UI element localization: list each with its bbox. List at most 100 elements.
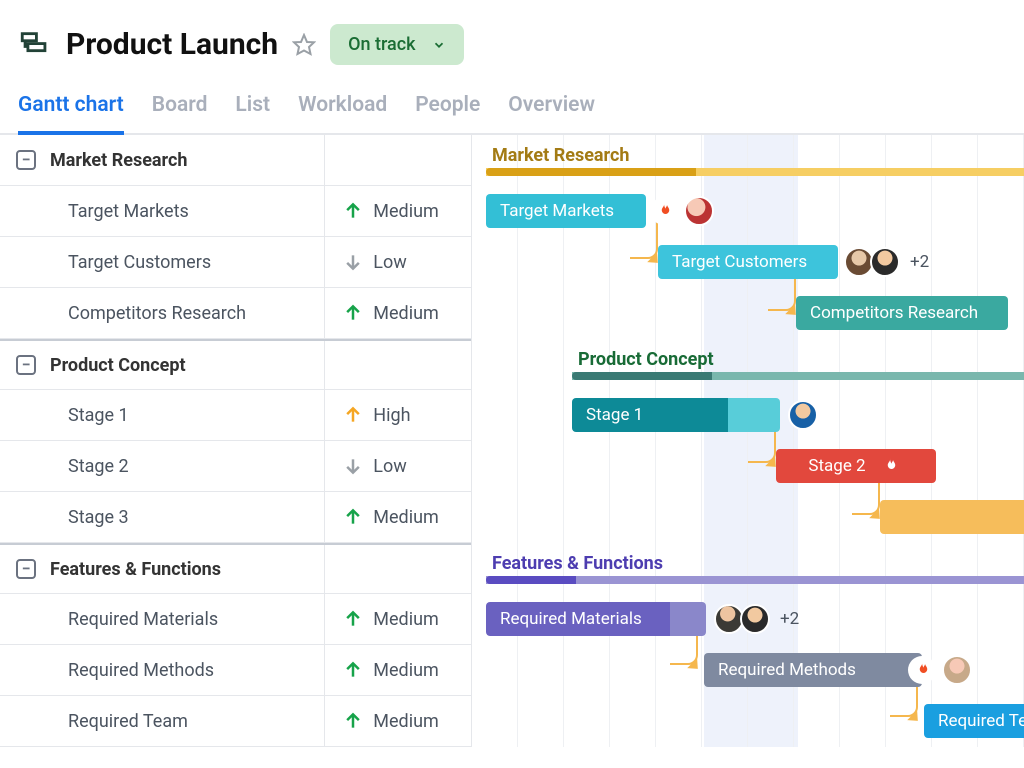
priority-cell[interactable]: High (325, 390, 471, 440)
arrow-down-icon (343, 456, 363, 476)
priority-cell[interactable]: Medium (325, 594, 471, 644)
task-bar-required-methods[interactable]: Required Methods (704, 653, 922, 687)
tab-board[interactable]: Board (152, 93, 208, 133)
tab-gantt-chart[interactable]: Gantt chart (18, 93, 124, 135)
section-row-market-research[interactable]: − Market Research (0, 135, 471, 186)
task-row[interactable]: Stage 3 Medium (0, 492, 471, 543)
status-dropdown[interactable]: On track (330, 24, 463, 65)
task-name: Stage 2 (68, 456, 129, 477)
priority-label: Medium (373, 609, 439, 630)
section-row-product-concept[interactable]: − Product Concept (0, 339, 471, 390)
task-bar-stage1[interactable]: Stage 1 (572, 398, 728, 432)
arrow-up-icon (343, 405, 363, 425)
arrow-up-icon (343, 711, 363, 731)
arrow-up-icon (343, 303, 363, 323)
tab-workload[interactable]: Workload (298, 93, 387, 133)
priority-cell[interactable]: Low (325, 441, 471, 491)
priority-cell[interactable]: Medium (325, 492, 471, 542)
timeline-lane (472, 492, 1024, 543)
task-row[interactable]: Target Markets Medium (0, 186, 471, 237)
avatar[interactable] (740, 604, 770, 634)
priority-label: Medium (373, 660, 439, 681)
task-bar-required-materials-progress[interactable] (670, 602, 706, 636)
tabs: Gantt chart Board List Workload People O… (0, 65, 1024, 135)
star-icon[interactable] (292, 33, 316, 57)
avatar[interactable] (788, 400, 818, 430)
priority-cell[interactable]: Low (325, 237, 471, 287)
arrow-up-icon (343, 201, 363, 221)
avatar[interactable] (684, 196, 714, 226)
task-name: Required Methods (68, 660, 214, 681)
fire-icon (650, 197, 678, 225)
section-row-features-functions[interactable]: − Features & Functions (0, 543, 471, 594)
avatar-overflow[interactable]: +2 (780, 609, 799, 629)
task-row[interactable]: Target Customers Low (0, 237, 471, 288)
task-bar-label: Stage 2 (808, 456, 865, 476)
project-icon (18, 28, 52, 62)
section-name: Product Concept (50, 355, 186, 376)
arrow-up-icon (343, 609, 363, 629)
header: Product Launch On track (0, 0, 1024, 65)
timeline-lane: Target Customers +2 (472, 237, 1024, 288)
section-title: Market Research (486, 145, 1024, 166)
priority-cell[interactable]: Medium (325, 645, 471, 695)
tab-list[interactable]: List (235, 93, 270, 133)
priority-label: Low (373, 252, 407, 273)
gantt-grid: − Market Research Target Markets Medium … (0, 135, 1024, 747)
task-name: Stage 3 (68, 507, 129, 528)
task-name: Competitors Research (68, 303, 246, 324)
timeline-lane: Required Materials +2 (472, 594, 1024, 645)
task-bar-target-markets[interactable]: Target Markets (486, 194, 646, 228)
task-bar-label: Required Methods (718, 660, 856, 680)
chevron-down-icon (432, 38, 446, 52)
collapse-toggle[interactable]: − (16, 150, 36, 170)
task-name: Stage 1 (68, 405, 129, 426)
timeline[interactable]: Market Research Target Markets Target Cu… (472, 135, 1024, 747)
task-bar-stage1-progress[interactable] (728, 398, 780, 432)
tab-people[interactable]: People (415, 93, 480, 133)
priority-cell[interactable]: Medium (325, 186, 471, 236)
task-row[interactable]: Required Team Medium (0, 696, 471, 747)
collapse-toggle[interactable]: − (16, 559, 36, 579)
priority-label: Low (373, 456, 407, 477)
task-row[interactable]: Competitors Research Medium (0, 288, 471, 339)
arrow-up-icon (343, 660, 363, 680)
task-bar-required-team[interactable]: Required Team (924, 704, 1024, 738)
task-name: Required Team (68, 711, 188, 732)
timeline-lane: Required Team (472, 696, 1024, 747)
task-name: Target Markets (68, 201, 189, 222)
priority-cell[interactable]: Medium (325, 288, 471, 338)
fire-icon (908, 656, 936, 684)
section-title: Product Concept (572, 349, 1024, 370)
project-title: Product Launch (66, 27, 278, 62)
avatar-overflow[interactable]: +2 (910, 252, 929, 272)
section-name: Features & Functions (50, 559, 221, 580)
task-bar-competitors-research[interactable]: Competitors Research (796, 296, 1008, 330)
task-name: Required Materials (68, 609, 218, 630)
avatar[interactable] (870, 247, 900, 277)
task-row[interactable]: Required Materials Medium (0, 594, 471, 645)
task-bar-target-customers[interactable]: Target Customers (658, 245, 838, 279)
task-row[interactable]: Stage 2 Low (0, 441, 471, 492)
timeline-lane: Stage 1 (472, 390, 1024, 441)
section-header-bar: Product Concept (572, 339, 1024, 390)
task-row[interactable]: Stage 1 High (0, 390, 471, 441)
timeline-lane: Competitors Research (472, 288, 1024, 339)
task-bar-stage2[interactable]: Stage 2 (776, 449, 936, 483)
task-row[interactable]: Required Methods Medium (0, 645, 471, 696)
fire-icon (876, 452, 904, 480)
avatar[interactable] (942, 655, 972, 685)
priority-label: Medium (373, 201, 439, 222)
arrow-down-icon (343, 252, 363, 272)
priority-label: Medium (373, 303, 439, 324)
task-name: Target Customers (68, 252, 211, 273)
section-header-bar: Features & Functions (486, 543, 1024, 594)
collapse-toggle[interactable]: − (16, 355, 36, 375)
tab-overview[interactable]: Overview (508, 93, 595, 133)
priority-label: Medium (373, 711, 439, 732)
task-bar-required-materials[interactable]: Required Materials (486, 602, 670, 636)
priority-label: High (373, 405, 410, 426)
priority-cell[interactable]: Medium (325, 696, 471, 746)
task-bar-stage3[interactable] (880, 500, 1024, 534)
timeline-lane: Required Methods (472, 645, 1024, 696)
